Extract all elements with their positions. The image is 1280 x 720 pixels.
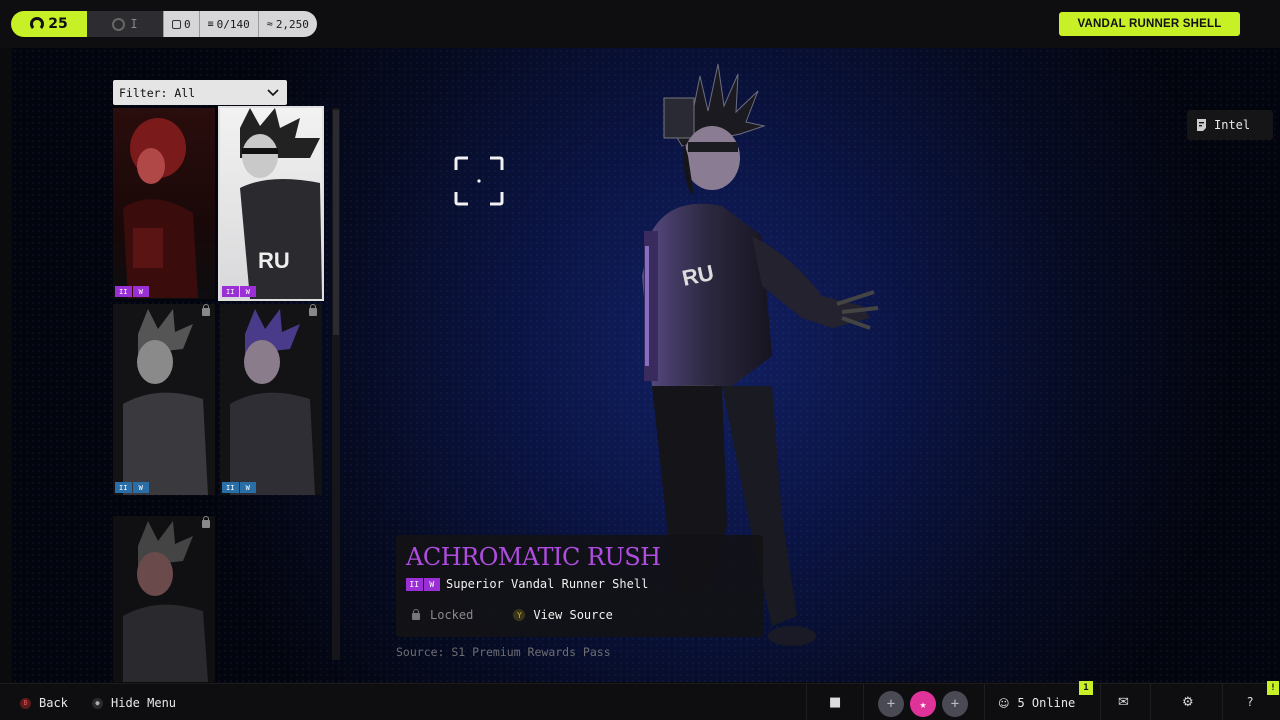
lock-icon <box>202 304 210 316</box>
people-icon: ☺ <box>998 696 1010 710</box>
divider <box>1100 684 1101 720</box>
class-tag: W <box>239 482 256 493</box>
rarity-tag: II W <box>115 286 149 297</box>
plus-icon: + <box>886 696 896 712</box>
box-count[interactable]: 0 <box>163 11 199 37</box>
plus-icon: + <box>950 696 960 712</box>
top-bar: 25 I 0 ≡ 0/140 ≈ 2,250 VANDAL RUNNER SHE… <box>0 0 1280 48</box>
item-info-card: ACHROMATIC RUSH II W Superior Vandal Run… <box>396 535 763 637</box>
shell-badge[interactable]: VANDAL RUNNER SHELL <box>1059 12 1240 36</box>
item-subtitle: Superior Vandal Runner Shell <box>446 577 649 591</box>
hide-menu-button[interactable]: ● Hide Menu <box>92 696 176 710</box>
online-count: 5 Online <box>1017 696 1076 710</box>
shell-thumbnail <box>123 118 198 298</box>
lock-icon <box>309 304 317 316</box>
shell-item-3[interactable]: II W <box>113 304 215 495</box>
mail-icon[interactable]: ✉ <box>1118 695 1129 710</box>
add-party-slot-button[interactable]: + <box>942 691 968 717</box>
rarity-tag: II W <box>115 482 149 493</box>
alert-badge: ! <box>1267 681 1279 695</box>
lock-icon <box>412 609 420 620</box>
rank-badge[interactable]: I <box>87 11 163 37</box>
gear-icon[interactable]: ⚙ <box>1182 695 1194 710</box>
level-badge[interactable]: 25 <box>11 11 87 37</box>
shell-thumbnail <box>123 521 208 682</box>
item-title: ACHROMATIC RUSH <box>406 543 661 571</box>
level-icon <box>30 17 45 31</box>
shell-thumbnail <box>123 309 208 495</box>
divider <box>1150 684 1151 720</box>
tier-tag: II <box>406 577 423 591</box>
help-button[interactable]: ? <box>1247 695 1253 709</box>
locked-status: Locked <box>430 608 474 622</box>
box-count-value: 0 <box>184 17 191 31</box>
grid-scrollbar-thumb[interactable] <box>333 110 339 335</box>
player-status-pill: 25 I 0 ≡ 0/140 ≈ 2,250 <box>11 11 317 37</box>
rarity-tag: II W <box>222 482 256 493</box>
player-avatar[interactable]: ★ <box>910 691 936 717</box>
shell-item-1[interactable]: II W <box>113 108 215 299</box>
y-button-icon: Y <box>513 609 526 621</box>
currency-value: 2,250 <box>275 17 309 31</box>
divider <box>863 684 864 720</box>
intel-icon <box>1197 119 1206 131</box>
list-icon: ≡ <box>207 18 214 30</box>
camera-reticle-icon <box>454 156 504 206</box>
tier-tag: II <box>115 286 132 297</box>
divider <box>1222 684 1223 720</box>
notification-badge: 1 <box>1079 681 1093 695</box>
avatar-icon: ★ <box>919 697 927 711</box>
class-tag: W <box>132 286 149 297</box>
b-button-icon: B <box>20 697 31 709</box>
class-tag: W <box>239 286 256 297</box>
intel-label: Intel <box>1214 118 1251 132</box>
shell-thumbnail <box>230 309 315 495</box>
svg-text:RU: RU <box>258 248 290 273</box>
rarity-tag: II W <box>222 286 256 297</box>
shell-thumbnail: RU <box>240 108 322 299</box>
tier-tag: II <box>222 482 239 493</box>
level-value: 25 <box>48 16 68 32</box>
rank-ring-icon <box>112 17 126 31</box>
progress-value: 0/140 <box>216 17 250 31</box>
chat-icon[interactable]: ■ <box>829 695 841 710</box>
filter-dropdown[interactable]: Filter: All <box>113 80 287 105</box>
item-source: Source: S1 Premium Rewards Pass <box>396 645 611 659</box>
rarity-tag: II W <box>406 577 440 591</box>
stick-button-icon: ● <box>92 697 103 709</box>
rank-label: I <box>130 17 138 31</box>
item-actions: Locked Y View Source <box>412 608 613 622</box>
view-source-button[interactable]: View Source <box>533 608 612 622</box>
chevron-down-icon <box>267 88 279 96</box>
divider <box>984 684 985 720</box>
bottom-bar: B Back ● Hide Menu ■ + ★ + ☺ 5 Online 1 … <box>0 681 1280 720</box>
add-party-slot-button[interactable]: + <box>878 691 904 717</box>
box-icon <box>172 19 181 29</box>
currency-icon: ≈ <box>266 18 273 30</box>
lock-icon <box>202 516 210 528</box>
intel-button[interactable]: Intel <box>1187 110 1273 140</box>
shell-item-5[interactable] <box>113 516 215 682</box>
tier-tag: II <box>115 482 132 493</box>
hide-menu-label: Hide Menu <box>111 696 177 710</box>
class-tag: W <box>423 577 440 591</box>
currency-count[interactable]: ≈ 2,250 <box>257 11 317 37</box>
shell-item-2[interactable]: RU II W <box>218 106 324 301</box>
class-tag: W <box>132 482 149 493</box>
back-button[interactable]: B Back <box>20 696 68 710</box>
filter-label: Filter: All <box>119 85 196 100</box>
item-subtitle-row: II W Superior Vandal Runner Shell <box>406 577 648 591</box>
back-label: Back <box>39 696 68 710</box>
shell-item-4[interactable]: II W <box>220 304 322 495</box>
divider <box>806 684 807 720</box>
online-friends-button[interactable]: ☺ 5 Online <box>998 696 1075 710</box>
progress-count[interactable]: ≡ 0/140 <box>198 11 258 37</box>
tier-tag: II <box>222 286 239 297</box>
